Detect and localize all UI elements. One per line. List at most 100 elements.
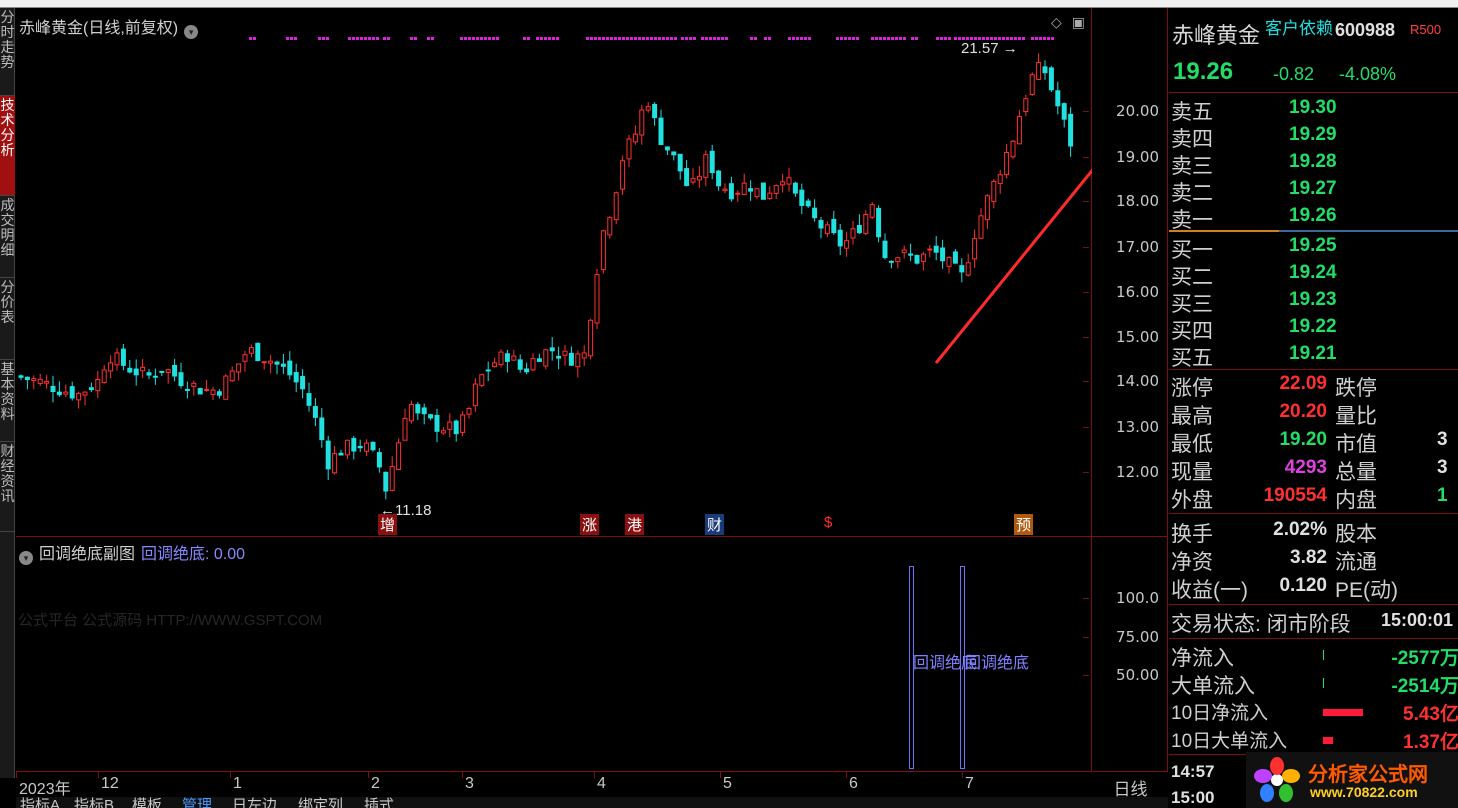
kline-chart[interactable]: 赤峰黄金(日线,前复权) ▾ ◇ ▣ 21.57 → ←11.18 增 涨 港 财 … — [16, 8, 1092, 536]
signal-dot — [634, 37, 637, 40]
indicator-subchart[interactable]: ▾ 回调绝底副图 回调绝底: 0.00 公式平台 公式源码 HTTP://WWW.G… — [16, 537, 1092, 771]
bid-price[interactable]: 19.21 — [1289, 343, 1337, 365]
candle-body — [536, 358, 542, 362]
y-tick: 15.00 — [1083, 328, 1159, 346]
ask-price[interactable]: 19.30 — [1289, 97, 1337, 119]
signal-dot — [602, 37, 605, 40]
ask-price[interactable]: 19.29 — [1289, 124, 1337, 146]
signal-dot — [548, 37, 551, 40]
signal-dot — [590, 37, 593, 40]
event-tag-forecast[interactable]: 预 — [1014, 514, 1034, 535]
ask-price[interactable]: 19.26 — [1289, 205, 1337, 227]
candle-body — [677, 153, 683, 172]
event-tag-limit[interactable]: 涨 — [580, 514, 600, 535]
candlestick-plot — [18, 37, 1092, 500]
divider — [1169, 513, 1458, 514]
tab-left-date[interactable]: 日左边 — [232, 797, 277, 808]
candle-body — [780, 181, 786, 186]
signal-dot — [944, 37, 947, 40]
flow-label: 10日净流入 — [1171, 703, 1269, 724]
candle-body — [920, 253, 926, 262]
tab-indicator-b[interactable]: 指标B — [74, 797, 114, 808]
event-tag-dividend[interactable]: $ — [822, 514, 834, 531]
signal-dot — [852, 37, 855, 40]
signal-dot — [468, 37, 471, 40]
signal-dot — [725, 37, 728, 40]
candle-body — [927, 248, 933, 251]
stat-label: 最低 — [1171, 433, 1213, 456]
candle-body — [165, 369, 171, 374]
period-selector[interactable]: 日线 — [1093, 771, 1168, 799]
signal-dot — [472, 37, 475, 40]
stat-label: 流通 — [1335, 551, 1377, 574]
candle-body — [440, 430, 446, 434]
ask-price[interactable]: 19.27 — [1289, 178, 1337, 200]
tab-news[interactable]: 财经资讯 — [0, 442, 15, 532]
candle-body — [248, 347, 254, 354]
event-tag-hk[interactable]: 港 — [625, 514, 645, 535]
tab-bind[interactable]: 绑定列 — [298, 797, 343, 808]
date-axis: 2023年 12 1 2 3 4 5 6 7 — [16, 771, 1092, 798]
ask-price[interactable]: 19.28 — [1289, 151, 1337, 173]
candle-body — [709, 150, 715, 174]
candle-body — [952, 251, 958, 264]
signal-dot — [294, 37, 297, 40]
tab-basics[interactable]: 基本资料 — [0, 360, 15, 442]
signal-dot — [911, 37, 914, 40]
chevron-down-icon[interactable]: ▾ — [19, 551, 33, 565]
candle-body — [575, 353, 581, 368]
signal-dot — [290, 37, 293, 40]
tab-intraday[interactable]: 分时走势 — [0, 8, 15, 96]
signal-dot — [646, 37, 649, 40]
flow-label: 净流入 — [1171, 647, 1234, 670]
signal-dot — [915, 37, 918, 40]
candle-body — [18, 375, 24, 378]
candle-body — [690, 178, 696, 183]
signal-dot — [844, 37, 847, 40]
signal-dot — [606, 37, 609, 40]
signal-dot — [804, 37, 807, 40]
candle-body — [133, 368, 139, 376]
bid-price[interactable]: 19.23 — [1289, 289, 1337, 311]
bid-price[interactable]: 19.25 — [1289, 235, 1337, 257]
candle-body — [946, 256, 952, 267]
bid-price[interactable]: 19.22 — [1289, 316, 1337, 338]
x-label: 1 — [233, 775, 242, 792]
candle-body — [696, 175, 702, 181]
tab-manage[interactable]: 管理 — [182, 797, 212, 808]
signal-dot — [523, 37, 526, 40]
y-tick: 75.00 — [1083, 628, 1159, 646]
candle-body — [472, 383, 478, 407]
tab-template[interactable]: 模板 — [132, 797, 162, 808]
x-label: 6 — [849, 775, 858, 792]
y-tick: 18.00 — [1083, 192, 1159, 210]
price-axis: 20.00 19.00 18.00 17.00 16.00 15.00 14.0… — [1083, 8, 1168, 536]
signal-dot — [1035, 37, 1038, 40]
concept-tag[interactable]: 客户依赖 — [1265, 14, 1333, 39]
bid-price[interactable]: 19.24 — [1289, 262, 1337, 284]
candle-body — [600, 230, 606, 271]
event-tag-finance[interactable]: 财 — [705, 514, 725, 535]
signal-dot — [879, 37, 882, 40]
signal-dot — [713, 37, 716, 40]
tab-indicator-a[interactable]: 指标A — [20, 797, 60, 808]
current-volume-value: 4293 — [1284, 457, 1327, 478]
tab-trades[interactable]: 成交明细 — [0, 196, 15, 278]
stat-label: 涨停 — [1171, 377, 1213, 400]
candle-body — [658, 117, 664, 145]
candle-body — [888, 260, 894, 263]
signal-dot — [666, 37, 669, 40]
subchart-title[interactable]: ▾ 回调绝底副图 回调绝底: 0.00 — [19, 540, 245, 565]
signal-dot — [383, 37, 386, 40]
tab-technical[interactable]: 技术分析 — [0, 96, 15, 196]
stat-label: 现量 — [1171, 461, 1213, 484]
tab-price-table[interactable]: 分价表 — [0, 278, 15, 360]
candle-body — [767, 192, 773, 200]
tab-plugin[interactable]: 插式 — [364, 797, 394, 808]
x-tick — [16, 772, 17, 778]
signal-dot — [693, 37, 696, 40]
flow-bar — [1323, 650, 1324, 660]
signal-dot — [556, 37, 559, 40]
candle-body — [415, 404, 421, 414]
event-tag-add[interactable]: 增 — [378, 514, 398, 535]
